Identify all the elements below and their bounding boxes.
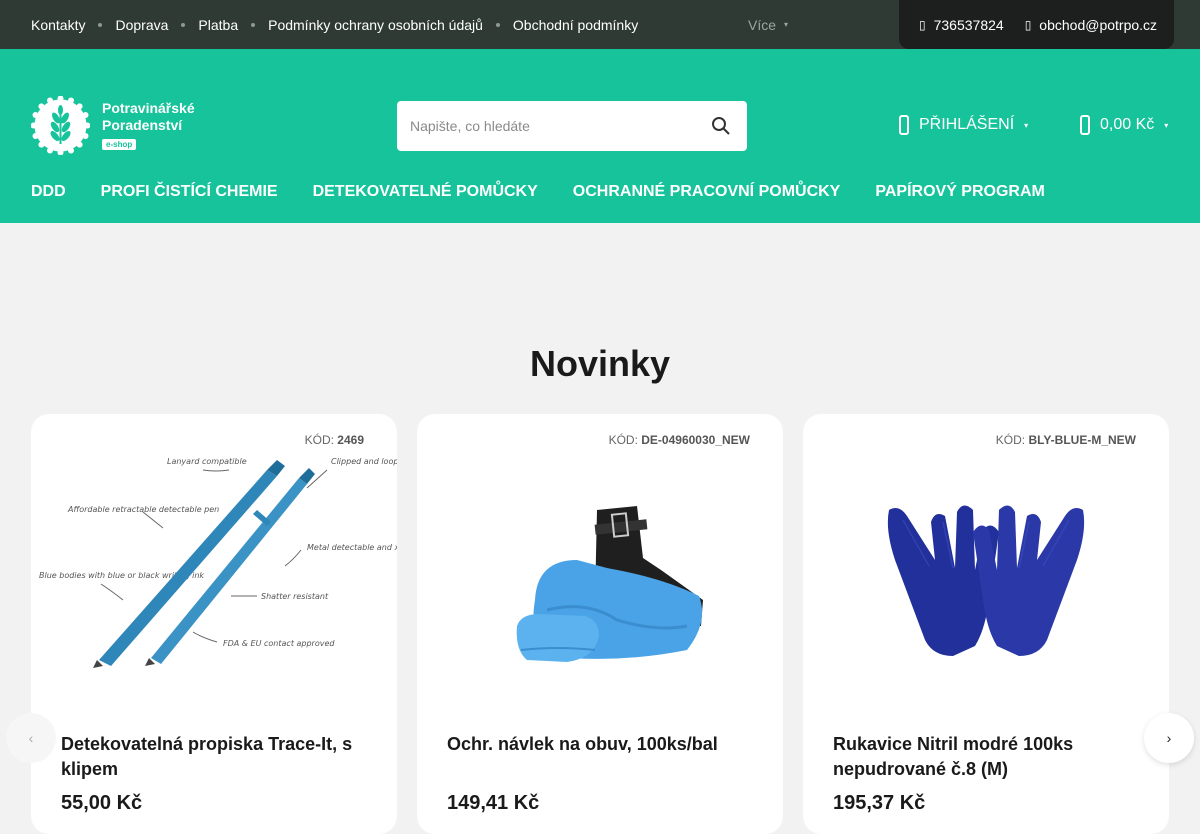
chevron-right-icon: ›	[1166, 730, 1172, 746]
carousel-next-button[interactable]: ›	[1144, 713, 1194, 763]
product-price: 195,37 Kč	[833, 792, 926, 814]
code-value: 2469	[337, 433, 364, 447]
section-title: Novinky	[529, 343, 671, 384]
code-label: KÓD:	[608, 433, 638, 447]
product-price: 149,41 Kč	[447, 792, 540, 814]
more-label: Více	[748, 16, 777, 33]
product-card[interactable]: KÓD: 2469 Lanyard compatible Clipped and…	[31, 414, 397, 834]
separator-dot	[251, 22, 256, 27]
pen-annotation: Metal detectable and x-ray visible parts	[307, 543, 397, 552]
top-links: Kontakty Doprava Platba Podmínky ochrany…	[31, 0, 638, 49]
logo-line1: Potravinářské	[102, 100, 195, 116]
login-label: PŘIHLÁŠENÍ	[919, 116, 1015, 133]
separator-dot	[495, 22, 500, 27]
code-label: KÓD:	[304, 433, 334, 447]
phone-icon: ▯	[919, 17, 926, 32]
cart-total: 0,00 Kč	[1100, 116, 1155, 133]
product-card[interactable]: KÓD: DE-04960030_NEW Ochr. návlek na obu…	[417, 414, 783, 834]
chevron-down-icon: ▾	[1164, 120, 1169, 130]
email-address: obchod@potrpo.cz	[1039, 16, 1158, 33]
carousel-prev-button[interactable]: ‹	[6, 713, 56, 763]
chevron-left-icon: ‹	[28, 730, 34, 746]
email-link[interactable]: ▯ obchod@potrpo.cz	[1025, 17, 1157, 33]
search-icon[interactable]	[711, 116, 731, 136]
link-terms[interactable]: Obchodní podmínky	[513, 17, 638, 33]
envelope-icon: ▯	[1024, 17, 1032, 32]
nav-ochranne[interactable]: OCHRANNÉ PRACOVNÍ POMŮCKY	[573, 183, 841, 201]
wheat-logo-icon	[31, 96, 90, 155]
code-value: BLY-BLUE-M_NEW	[1028, 433, 1136, 447]
logo-text: Potravinářské Poradenství e-shop	[102, 100, 195, 151]
product-image-gloves[interactable]	[803, 450, 1169, 700]
more-menu-button[interactable]: Více ▾	[748, 0, 788, 49]
search-input[interactable]	[397, 118, 687, 134]
cart-button[interactable]: 0,00 Kč ▾	[1080, 115, 1168, 135]
nav-ddd[interactable]: DDD	[31, 183, 66, 201]
product-price: 55,00 Kč	[61, 792, 143, 814]
phone-link[interactable]: ▯ 736537824	[919, 17, 1004, 33]
pen-annotation: Shatter resistant	[261, 592, 329, 601]
product-code: KÓD: DE-04960030_NEW	[609, 433, 750, 447]
link-privacy[interactable]: Podmínky ochrany osobních údajů	[268, 17, 483, 33]
separator-dot	[181, 22, 186, 27]
search-box	[397, 101, 747, 151]
separator-dot	[98, 22, 103, 27]
link-platba[interactable]: Platba	[198, 17, 238, 33]
product-card[interactable]: KÓD: BLY-BLUE-M_NEW Rukavice Nitril modr…	[803, 414, 1169, 834]
header: Potravinářské Poradenství e-shop PŘIHLÁŠ…	[0, 49, 1200, 223]
link-kontakty[interactable]: Kontakty	[31, 17, 85, 33]
product-name[interactable]: Ochr. návlek na obuv, 100ks/bal	[447, 732, 757, 757]
product-image-shoe-cover[interactable]	[417, 450, 783, 700]
code-label: KÓD:	[995, 433, 1026, 447]
main-nav: DDD PROFI ČISTÍCÍ CHEMIE DETEKOVATELNÉ P…	[31, 183, 1080, 201]
pen-annotation: FDA & EU contact approved	[223, 639, 335, 648]
nav-chemie[interactable]: PROFI ČISTÍCÍ CHEMIE	[101, 183, 278, 201]
product-name[interactable]: Rukavice Nitril modré 100ks nepudrované …	[833, 732, 1143, 782]
top-bar: Kontakty Doprava Platba Podmínky ochrany…	[0, 0, 1200, 49]
product-image-pen[interactable]: Lanyard compatible Clipped and looped ve…	[31, 450, 397, 700]
cart-icon	[1080, 115, 1090, 135]
pen-annotation: Clipped and looped versions available	[331, 457, 397, 466]
nav-detekovatelne[interactable]: DETEKOVATELNÉ POMŮCKY	[313, 183, 538, 201]
logo-badge: e-shop	[102, 139, 137, 150]
user-icon	[899, 115, 909, 135]
code-value: DE-04960030_NEW	[641, 433, 750, 447]
logo-line2: Poradenství	[102, 117, 183, 133]
product-code: KÓD: 2469	[305, 433, 364, 447]
logo[interactable]: Potravinářské Poradenství e-shop	[31, 96, 195, 155]
phone-number: 736537824	[933, 16, 1004, 33]
chevron-down-icon: ▾	[784, 20, 789, 29]
login-button[interactable]: PŘIHLÁŠENÍ ▾	[899, 115, 1028, 135]
product-name[interactable]: Detekovatelná propiska Trace-It, s klipe…	[61, 732, 371, 782]
chevron-down-icon: ▾	[1024, 120, 1029, 130]
contact-box: ▯ 736537824 ▯ obchod@potrpo.cz	[899, 0, 1174, 49]
link-doprava[interactable]: Doprava	[115, 17, 168, 33]
product-code: KÓD: BLY-BLUE-M_NEW	[996, 433, 1136, 447]
pen-annotation: Lanyard compatible	[167, 457, 247, 466]
nav-papirovy[interactable]: PAPÍROVÝ PROGRAM	[875, 183, 1045, 201]
